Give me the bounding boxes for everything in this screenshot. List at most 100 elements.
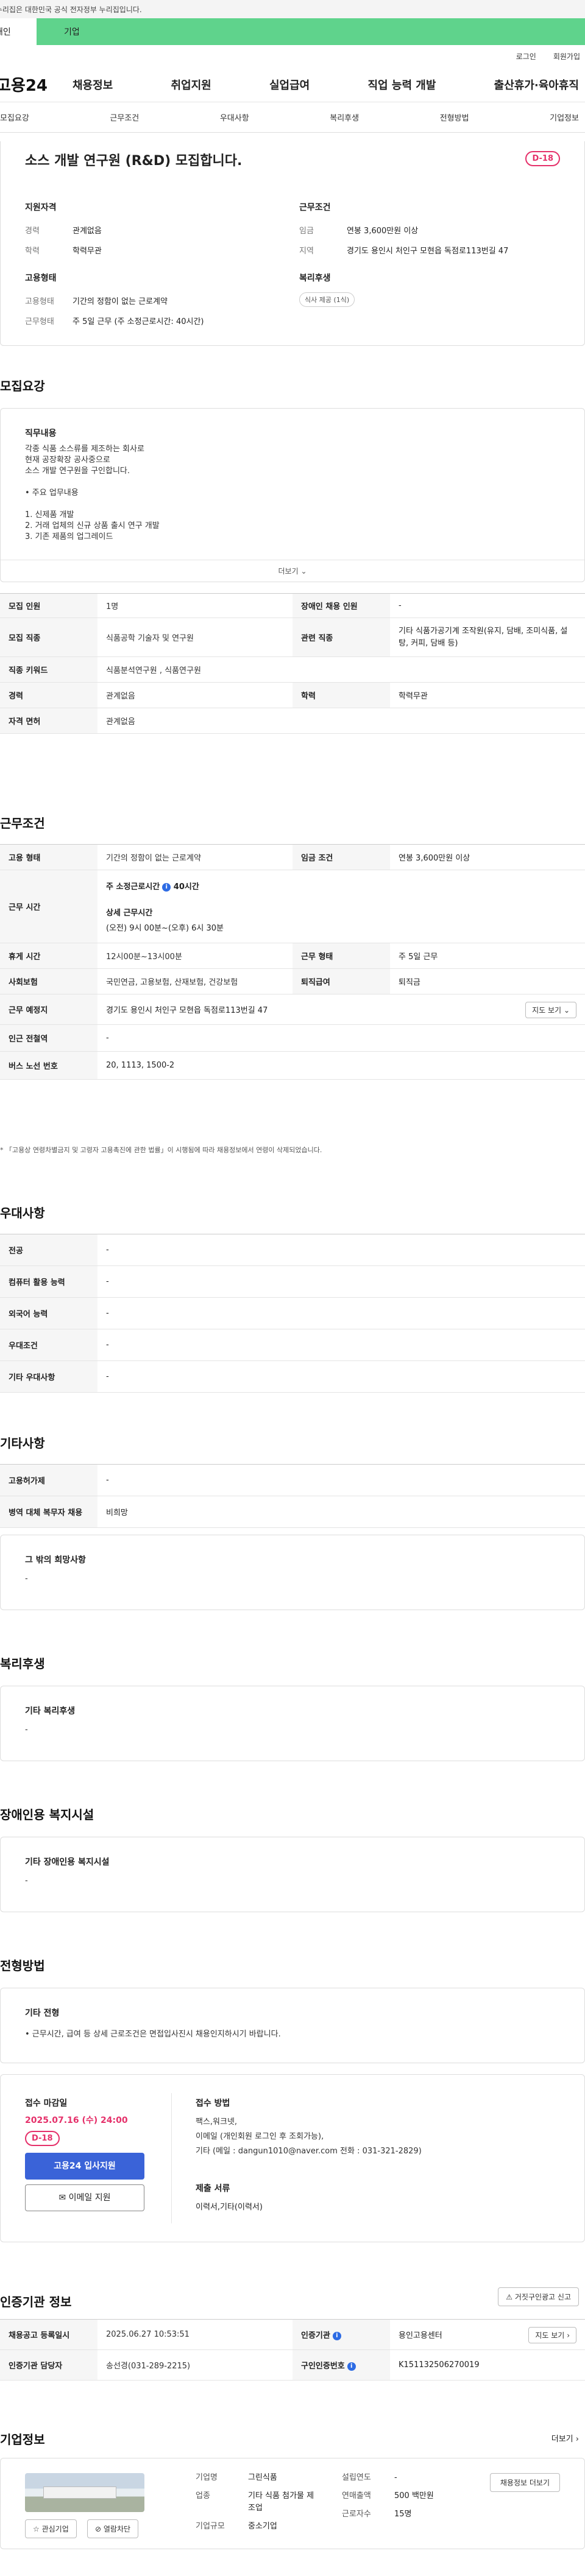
- login-link[interactable]: 로그인: [516, 51, 536, 62]
- welfare-tag: 식사 제공 (1식): [299, 292, 355, 307]
- subnav-preferences[interactable]: 우대사항: [220, 111, 249, 123]
- job-desc-line: [25, 477, 160, 488]
- detail-hours-value: (오전) 9시 00분~(오후) 6시 30분: [106, 924, 224, 933]
- process-title: 전형방법: [0, 1958, 45, 1973]
- etc-box-value: -: [25, 1574, 28, 1583]
- more-toggle[interactable]: 더보기 ⌄: [1, 560, 584, 582]
- job-title: 소스 개발 연구원 (R&D) 모집합니다.: [25, 153, 243, 169]
- table-row: 채용공고 등록일시 2025.06.27 10:53:51 인증기관 i 용인고용센터 지…: [0, 2319, 585, 2350]
- table-row: 모집 인원 1명 장애인 채용 인원 -: [0, 593, 585, 618]
- gnb-unemployment[interactable]: 실업급여: [269, 77, 310, 93]
- cert-table: 채용공고 등록일시 2025.06.27 10:53:51 인증기관 i 용인고용센터 지…: [0, 2319, 585, 2381]
- table-row: 전공 -: [0, 1234, 585, 1266]
- gnb-training[interactable]: 직업 능력 개발: [368, 77, 436, 93]
- etc-box-heading: 그 밖의 희망사항: [25, 1555, 86, 1565]
- subnav-company[interactable]: 기업정보: [550, 111, 579, 123]
- gnb-employment-support[interactable]: 취업지원: [171, 77, 211, 93]
- method-line: 기타 (메일 : dangun1010@naver.com 전화 : 031-3…: [196, 2147, 422, 2156]
- alert-icon: ⚠: [506, 2293, 513, 2301]
- info-icon[interactable]: i: [162, 882, 171, 892]
- job-desc-heading: 직무내용: [25, 429, 57, 438]
- table-row: 고용허가제 -: [0, 1464, 585, 1496]
- tab-business[interactable]: 기업: [37, 18, 585, 45]
- mail-icon: ✉: [58, 2193, 66, 2203]
- block-icon: ⊘: [95, 2525, 102, 2533]
- career-value: 관계없음: [73, 227, 102, 236]
- table-row: 우대조건 -: [0, 1329, 585, 1361]
- welfare-title: 복리후생: [0, 1656, 45, 1671]
- table-row: 휴게 시간 12시00분~13시00분 근무 형태 주 5일 근무: [0, 943, 585, 969]
- job-desc-line: 현재 공장확장 공사중으로: [25, 456, 110, 465]
- worktype-label: 근무형태: [25, 317, 54, 326]
- deadline-heading: 접수 마감일: [25, 2099, 68, 2108]
- cond-heading: 근무조건: [299, 203, 331, 213]
- cert-map-button[interactable]: 지도 보기 ›: [528, 2327, 576, 2343]
- method-line: 팩스,워크넷,: [196, 2117, 238, 2127]
- subnav-process[interactable]: 전형방법: [440, 111, 469, 123]
- chevron-right-icon: ›: [575, 2435, 579, 2444]
- section-nav: 모집요강 근무조건 우대사항 복리후생 전형방법 기업정보: [0, 102, 585, 133]
- job-desc-text: 각종 식품 소스류를 제조하는 회사로 현재 공장확장 공사중으로 소스 개발 연구…: [25, 444, 160, 543]
- star-icon: ☆: [33, 2525, 40, 2533]
- favorite-company-button[interactable]: ☆ 관심기업: [25, 2519, 77, 2538]
- process-box: 기타 전형 • 근무시간, 급여 등 상세 근로조건은 면접입사진시 채용인지하시…: [0, 1988, 585, 2063]
- weekly-hours-label: 주 소정근로시간: [106, 882, 160, 892]
- utility-links: 로그인 회원가입: [0, 45, 585, 67]
- summary-card: 소스 개발 연구원 (R&D) 모집합니다. D-18 지원자격 경력 관계없음 …: [0, 141, 585, 346]
- welfare-heading: 복리후생: [299, 273, 331, 283]
- worktype-value: 주 5일 근무 (주 소정근로시간: 40시간): [73, 317, 204, 326]
- subnav-conditions[interactable]: 근무조건: [110, 111, 139, 123]
- apply-button[interactable]: 고용24 입사지원: [25, 2153, 144, 2180]
- chevron-down-icon: ⌄: [300, 567, 307, 575]
- region-label: 지역: [299, 247, 314, 256]
- tab-personal[interactable]: 개인: [0, 18, 37, 45]
- dday-badge: D-18: [525, 151, 560, 166]
- method-heading: 접수 방법: [196, 2099, 230, 2108]
- job-desc-card: 직무내용 각종 식품 소스류를 제조하는 회사로 현재 공장확장 공사중으로 소스 …: [0, 408, 585, 582]
- signup-link[interactable]: 회원가입: [553, 51, 580, 62]
- process-box-value: • 근무시간, 급여 등 상세 근로조건은 면접입사진시 채용인지하시기 바랍니…: [25, 2030, 281, 2039]
- disab-box-heading: 기타 장애인용 복지시설: [25, 1857, 110, 1867]
- table-row: 근무 시간 주 소정근로시간 i 40시간 상세 근무시간 (오전) 9시 00분…: [0, 870, 585, 943]
- table-row: 고용 형태 기간의 정함이 없는 근로계약 임금 조건 연봉 3,600만원 이상: [0, 844, 585, 870]
- wage-value: 연봉 3,600만원 이상: [347, 227, 419, 236]
- company-founded: -: [394, 2473, 397, 2482]
- more-label: 더보기: [278, 567, 299, 575]
- company-name: 그린식품: [248, 2473, 277, 2482]
- emptype-label: 고용형태: [25, 297, 54, 306]
- company-sales: 500 백만원: [394, 2491, 434, 2500]
- recruit-table: 모집 인원 1명 장애인 채용 인원 - 모집 직종 식품공학 기술자 및 연구원 관련 …: [0, 593, 585, 734]
- gnb-leave[interactable]: 출산휴가·육아휴직: [494, 77, 579, 93]
- table-row: 자격 면허 관계없음: [0, 708, 585, 734]
- subnav-recruit[interactable]: 모집요강: [0, 111, 29, 123]
- table-row: 기타 우대사항 -: [0, 1360, 585, 1393]
- company-jobs-button[interactable]: 채용정보 더보기: [489, 2473, 560, 2492]
- subnav-welfare[interactable]: 복리후생: [330, 111, 359, 123]
- map-button[interactable]: 지도 보기 ⌄: [525, 1002, 576, 1018]
- user-type-tabs: 개인 기업: [0, 18, 585, 45]
- report-fake-ad-button[interactable]: ⚠ 거짓구인광고 신고: [498, 2287, 579, 2306]
- block-view-button[interactable]: ⊘ 열람차단: [87, 2519, 139, 2538]
- apply-dday-badge: D-18: [25, 2131, 60, 2146]
- cert-agency: 용인고용센터: [399, 2331, 442, 2340]
- table-row: 모집 직종 식품공학 기술자 및 연구원 관련 직종 기타 식품가공기계 조작원(유지…: [0, 618, 585, 657]
- qual-heading: 지원자격: [25, 203, 57, 213]
- table-row: 직종 키워드 식품분석연구원 , 식품연구원: [0, 656, 585, 683]
- job-desc-line: 소스 개발 연구원을 구인합니다.: [25, 466, 130, 476]
- etc-table: 고용허가제 - 병역 대체 복무자 채용 비희망: [0, 1464, 585, 1528]
- company-more-link[interactable]: 더보기 ›: [551, 2432, 579, 2444]
- work-title: 근무조건: [0, 816, 45, 831]
- deadline-value: 2025.07.16 (수) 24:00: [25, 2116, 128, 2125]
- site-logo[interactable]: 고용24: [0, 73, 54, 96]
- table-row: 근무 예정지 경기도 용인시 처인구 모현읍 독점로113번길 47 지도 보기 ⌄: [0, 994, 585, 1025]
- work-table: 고용 형태 기간의 정함이 없는 근로계약 임금 조건 연봉 3,600만원 이상 근…: [0, 844, 585, 1080]
- gnb-jobs[interactable]: 채용정보: [73, 77, 113, 93]
- email-apply-button[interactable]: ✉ 이메일 지원: [25, 2184, 144, 2211]
- job-desc-line: 3. 기존 제품의 업그레이드: [25, 532, 113, 541]
- emptype-value: 기간의 정함이 없는 근로계약: [73, 297, 168, 306]
- info-icon[interactable]: i: [332, 2331, 341, 2340]
- info-icon[interactable]: i: [347, 2362, 356, 2371]
- company-card: ☆ 관심기업 ⊘ 열람차단 기업명 그린식품 업종 기타 식품 첨가물 제조업 기업…: [0, 2458, 585, 2549]
- table-row: 버스 노선 번호 20, 1113, 1500-2: [0, 1051, 585, 1080]
- detail-hours-heading: 상세 근무시간: [106, 909, 153, 918]
